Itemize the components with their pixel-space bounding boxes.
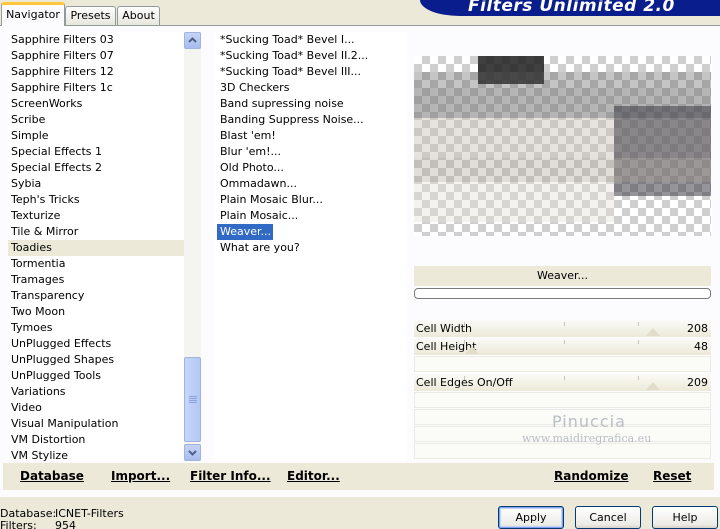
tab-about[interactable]: About bbox=[117, 6, 160, 25]
filter-item[interactable]: What are you? bbox=[217, 240, 300, 256]
filter-item[interactable]: Plain Mosaic Blur... bbox=[217, 192, 323, 208]
watermark-site: www.maidiregrafica.eu bbox=[522, 432, 652, 445]
slider-thumb[interactable] bbox=[465, 346, 480, 354]
tab-navigator[interactable]: Navigator bbox=[1, 2, 65, 26]
scroll-up-button[interactable] bbox=[184, 32, 201, 49]
param-label: Cell Width bbox=[416, 322, 473, 335]
randomize-button[interactable]: Randomize bbox=[554, 463, 628, 490]
slider-thumb[interactable] bbox=[645, 328, 660, 336]
category-item[interactable]: Sybia bbox=[8, 176, 184, 192]
filter-list[interactable]: *Sucking Toad* Bevel I... *Sucking Toad* … bbox=[214, 32, 407, 461]
filter-item[interactable]: Band supressing noise bbox=[217, 96, 344, 112]
filter-item[interactable]: *Sucking Toad* Bevel III... bbox=[217, 64, 361, 80]
category-item[interactable]: UnPlugged Effects bbox=[8, 336, 184, 352]
chevron-down-icon bbox=[188, 450, 197, 456]
apply-button[interactable]: Apply bbox=[498, 506, 564, 529]
progress-bar bbox=[414, 288, 711, 299]
category-item[interactable]: Texturize bbox=[8, 208, 184, 224]
status-filters: Filters: 954 bbox=[0, 519, 76, 529]
param-value: 48 bbox=[694, 340, 708, 353]
filter-info-button[interactable]: Filter Info... bbox=[190, 463, 271, 490]
param-label: Cell Edges On/Off bbox=[416, 376, 513, 389]
category-scrollbar[interactable] bbox=[184, 32, 201, 461]
filter-item[interactable]: 3D Checkers bbox=[217, 80, 289, 96]
help-button[interactable]: Help bbox=[652, 506, 718, 529]
param-slider[interactable]: Cell Width 208 bbox=[414, 320, 711, 337]
category-item[interactable]: Sapphire Filters 12 bbox=[8, 64, 184, 80]
category-item[interactable]: Tymoes bbox=[8, 320, 184, 336]
category-item[interactable]: Video bbox=[8, 400, 184, 416]
category-item[interactable]: Variations bbox=[8, 384, 184, 400]
category-item[interactable]: UnPlugged Tools bbox=[8, 368, 184, 384]
tab-presets[interactable]: Presets bbox=[65, 6, 116, 25]
param-slider[interactable]: Cell Edges On/Off 209 bbox=[414, 374, 711, 391]
category-item[interactable]: Two Moon bbox=[8, 304, 184, 320]
category-item[interactable]: Sapphire Filters 1c bbox=[8, 80, 184, 96]
editor-button[interactable]: Editor... bbox=[287, 463, 340, 490]
preview-image bbox=[414, 56, 711, 236]
category-item[interactable]: Visual Manipulation bbox=[8, 416, 184, 432]
category-item[interactable]: Tile & Mirror bbox=[8, 224, 184, 240]
category-item[interactable]: Transparency bbox=[8, 288, 184, 304]
filter-item[interactable]: Old Photo... bbox=[217, 160, 284, 176]
database-button[interactable]: Database bbox=[20, 463, 84, 490]
filter-item[interactable]: Weaver... bbox=[216, 223, 274, 241]
filter-item[interactable]: *Sucking Toad* Bevel I... bbox=[217, 32, 355, 48]
filter-item[interactable]: Plain Mosaic... bbox=[217, 208, 298, 224]
filters-label: Filters: bbox=[0, 519, 37, 529]
import-button[interactable]: Import... bbox=[111, 463, 170, 490]
category-item[interactable]: Sapphire Filters 03 bbox=[8, 32, 184, 48]
watermark-name: Pinuccia bbox=[552, 412, 626, 431]
reset-button[interactable]: Reset bbox=[653, 463, 691, 490]
category-item[interactable]: Special Effects 2 bbox=[8, 160, 184, 176]
category-item[interactable]: Tormentia bbox=[8, 256, 184, 272]
scroll-thumb[interactable] bbox=[184, 357, 201, 442]
category-item[interactable]: ScreenWorks bbox=[8, 96, 184, 112]
category-list[interactable]: Sapphire Filters 03 Sapphire Filters 07 Sa… bbox=[8, 32, 184, 461]
filter-item[interactable]: Banding Suppress Noise... bbox=[217, 112, 364, 128]
filter-item[interactable]: Blur 'em!... bbox=[217, 144, 281, 160]
filter-item[interactable]: *Sucking Toad* Bevel II.2... bbox=[217, 48, 368, 64]
param-value: 209 bbox=[687, 376, 708, 389]
param-slider[interactable]: Cell Height 48 bbox=[414, 338, 711, 355]
empty-param-row bbox=[414, 392, 711, 408]
category-item[interactable]: Scribe bbox=[8, 112, 184, 128]
filter-item[interactable]: Blast 'em! bbox=[217, 128, 276, 144]
cancel-button[interactable]: Cancel bbox=[575, 506, 641, 529]
category-item[interactable]: Sapphire Filters 07 bbox=[8, 48, 184, 64]
chevron-up-icon bbox=[188, 37, 197, 43]
category-item[interactable]: Teph's Tricks bbox=[8, 192, 184, 208]
tab-strip: Navigator Presets About Filters Unlimite… bbox=[0, 0, 720, 26]
category-item[interactable]: Toadies bbox=[8, 240, 184, 256]
banner-title: Filters Unlimited 2.0 bbox=[468, 0, 675, 16]
category-item[interactable]: Special Effects 1 bbox=[8, 144, 184, 160]
category-item[interactable]: VM Stylize bbox=[8, 448, 184, 461]
filter-item[interactable]: Ommadawn... bbox=[217, 176, 297, 192]
bottom-toolbar: Database Import... Filter Info... Editor… bbox=[3, 463, 714, 490]
slider-thumb[interactable] bbox=[645, 382, 660, 390]
scroll-down-button[interactable] bbox=[184, 444, 201, 461]
empty-param-row bbox=[414, 356, 711, 372]
category-item[interactable]: Simple bbox=[8, 128, 184, 144]
filters-value: 954 bbox=[55, 519, 76, 529]
filter-title: Weaver... bbox=[414, 266, 711, 286]
category-item[interactable]: Tramages bbox=[8, 272, 184, 288]
category-item[interactable]: UnPlugged Shapes bbox=[8, 352, 184, 368]
category-item[interactable]: VM Distortion bbox=[8, 432, 184, 448]
param-value: 208 bbox=[687, 322, 708, 335]
